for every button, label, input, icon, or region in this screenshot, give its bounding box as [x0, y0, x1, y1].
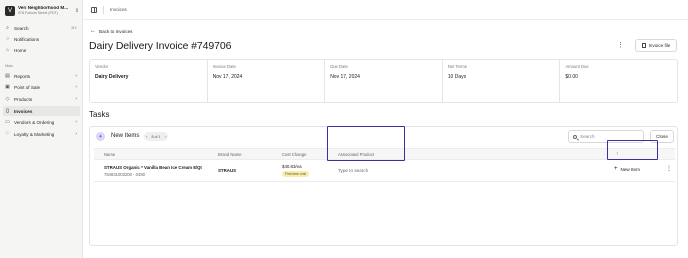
meta-invoice-date: Invoice Date Nov 17, 2024	[208, 60, 326, 102]
highlight-new-item	[607, 140, 658, 160]
meta-vendor: Vendor Dairy Delivery	[90, 60, 208, 102]
invoice-file-button[interactable]: Invoice file	[635, 39, 677, 52]
item-brand: STRAUS	[218, 168, 237, 173]
invoice-summary: Vendor Dairy Delivery Invoice Date Nov 1…	[89, 59, 678, 103]
topbar: Invoices	[83, 0, 688, 20]
back-link[interactable]: ← Back to Invoices	[90, 28, 132, 34]
chart-icon: ▤	[5, 73, 10, 79]
meta-due-date: Due Date Nov 17, 2024	[325, 60, 443, 102]
divider	[103, 5, 104, 14]
highlight-associated-product	[327, 126, 405, 161]
chevron-right-icon: ›	[75, 119, 77, 125]
chevron-updown-icon: ⇕	[74, 7, 79, 14]
table-row: STRAUS Organic * Vanilla Bean Ice Cream …	[94, 160, 675, 182]
search-input[interactable]	[580, 134, 640, 139]
bell-icon: ♢	[5, 36, 10, 42]
column-header-name[interactable]: Name	[104, 152, 115, 157]
more-options-icon[interactable]: ⋮	[617, 42, 624, 49]
heart-icon: ♡	[5, 131, 10, 137]
new-item-button[interactable]: + New Item	[614, 166, 640, 172]
chevron-right-icon: ›	[75, 84, 77, 90]
column-header-brand[interactable]: Brand Name	[218, 152, 242, 157]
chevron-right-icon: ›	[75, 96, 77, 102]
pager[interactable]: ‹ 8 of 1 ›	[144, 132, 168, 141]
sidebar-item-home[interactable]: ⌂ Home	[3, 45, 80, 55]
row-options-icon[interactable]: ⋮	[666, 165, 672, 172]
search-icon	[573, 134, 577, 139]
chevron-right-icon: ›	[75, 131, 77, 137]
store-address: 978 Folsom Street (PDT)	[18, 11, 58, 15]
sidebar-item-vendors-ordering[interactable]: ▭ Vendors & Ordering ›	[3, 117, 80, 127]
page-title: Dairy Delivery Invoice #749706	[89, 40, 232, 52]
tasks-heading: Tasks	[89, 110, 110, 119]
search-icon: ⌕	[6, 25, 9, 31]
sidebar-item-products[interactable]: ◇ Products ›	[3, 94, 80, 104]
pager-label: 8 of 1	[151, 134, 161, 139]
tag-icon: ◇	[5, 96, 10, 102]
meta-net-terms: Net Terms 10 Days	[443, 60, 561, 102]
sidebar: V Veri Neighborhood M... 978 Folsom Stre…	[0, 0, 83, 258]
nav-section-label: Main	[5, 64, 14, 68]
column-header-cost[interactable]: Cost Change	[282, 152, 306, 157]
panel-title: New Items	[111, 133, 140, 139]
breadcrumb[interactable]: Invoices	[110, 7, 127, 12]
invoice-icon: ▯	[6, 108, 9, 114]
sidebar-item-notifications[interactable]: ♢ Notifications	[3, 34, 80, 44]
chevron-right-icon[interactable]: ›	[165, 135, 166, 139]
home-icon: ⌂	[5, 47, 10, 53]
sparkle-icon: ✦	[96, 132, 105, 141]
shortcut-hint: ⌘K	[71, 26, 77, 30]
arrow-left-icon: ←	[90, 28, 96, 34]
cost-badge: First time cost	[282, 171, 310, 177]
plus-icon: +	[614, 166, 618, 172]
item-sku: 784831003200 · 0480	[104, 172, 145, 177]
chevron-right-icon: ›	[75, 73, 77, 79]
sidebar-item-invoices[interactable]: ▯ Invoices	[3, 106, 80, 116]
sidebar-item-point-of-sale[interactable]: ▣ Point of Sale ›	[3, 82, 80, 92]
item-name: STRAUS Organic * Vanilla Bean Ice Cream …	[104, 165, 202, 170]
store-logo: V	[5, 6, 15, 16]
register-icon: ▣	[5, 84, 10, 90]
sidebar-item-loyalty-marketing[interactable]: ♡ Loyalty & Marketing ›	[3, 129, 80, 139]
meta-amount-due: Amount Due $0.00	[565, 64, 589, 80]
sidebar-item-search[interactable]: ⌕ Search ⌘K	[3, 23, 80, 33]
store-switcher[interactable]: V Veri Neighborhood M... 978 Folsom Stre…	[5, 4, 79, 18]
sidebar-toggle-icon[interactable]	[91, 6, 97, 13]
truck-icon: ▭	[5, 119, 10, 125]
file-icon	[641, 43, 646, 48]
associated-product-search[interactable]: Type to search	[338, 168, 368, 173]
item-cost: $40.83/ea	[282, 164, 302, 169]
chevron-left-icon[interactable]: ‹	[146, 135, 147, 139]
sidebar-item-reports[interactable]: ▤ Reports ›	[3, 71, 80, 81]
